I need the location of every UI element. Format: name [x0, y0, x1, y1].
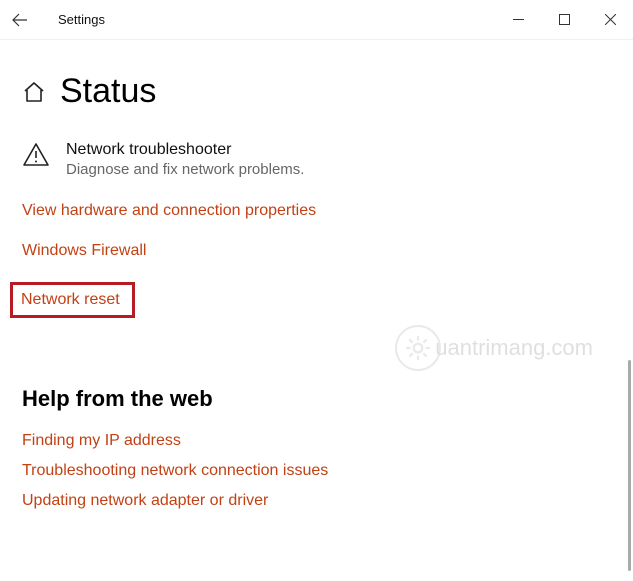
network-troubleshooter-row[interactable]: Network troubleshooter Diagnose and fix …: [22, 141, 611, 178]
help-link-adapter[interactable]: Updating network adapter or driver: [22, 492, 611, 510]
back-button[interactable]: [0, 0, 40, 40]
troubleshooter-title: Network troubleshooter: [66, 141, 304, 159]
maximize-icon: [559, 14, 570, 25]
scrollbar-thumb[interactable]: [628, 360, 631, 571]
help-link-troubleshoot[interactable]: Troubleshooting network connection issue…: [22, 462, 611, 480]
content-area: Status Network troubleshooter Diagnose a…: [0, 72, 633, 510]
troubleshooter-text: Network troubleshooter Diagnose and fix …: [66, 141, 304, 178]
close-icon: [605, 14, 616, 25]
view-hardware-link[interactable]: View hardware and connection properties: [22, 202, 316, 220]
windows-firewall-link[interactable]: Windows Firewall: [22, 242, 146, 260]
network-reset-link[interactable]: Network reset: [10, 282, 135, 318]
minimize-icon: [513, 14, 524, 25]
window-controls: [495, 0, 633, 40]
warning-triangle-icon: [22, 141, 50, 178]
troubleshooter-description: Diagnose and fix network problems.: [66, 161, 304, 178]
page-header: Status: [22, 72, 611, 111]
window-title: Settings: [58, 12, 105, 27]
help-heading: Help from the web: [22, 386, 611, 412]
maximize-button[interactable]: [541, 0, 587, 40]
titlebar: Settings: [0, 0, 633, 40]
back-arrow-icon: [12, 12, 28, 28]
home-icon: [22, 80, 46, 104]
minimize-button[interactable]: [495, 0, 541, 40]
close-button[interactable]: [587, 0, 633, 40]
scrollbar[interactable]: [623, 360, 633, 571]
page-title: Status: [60, 72, 156, 111]
help-link-ip[interactable]: Finding my IP address: [22, 432, 611, 450]
